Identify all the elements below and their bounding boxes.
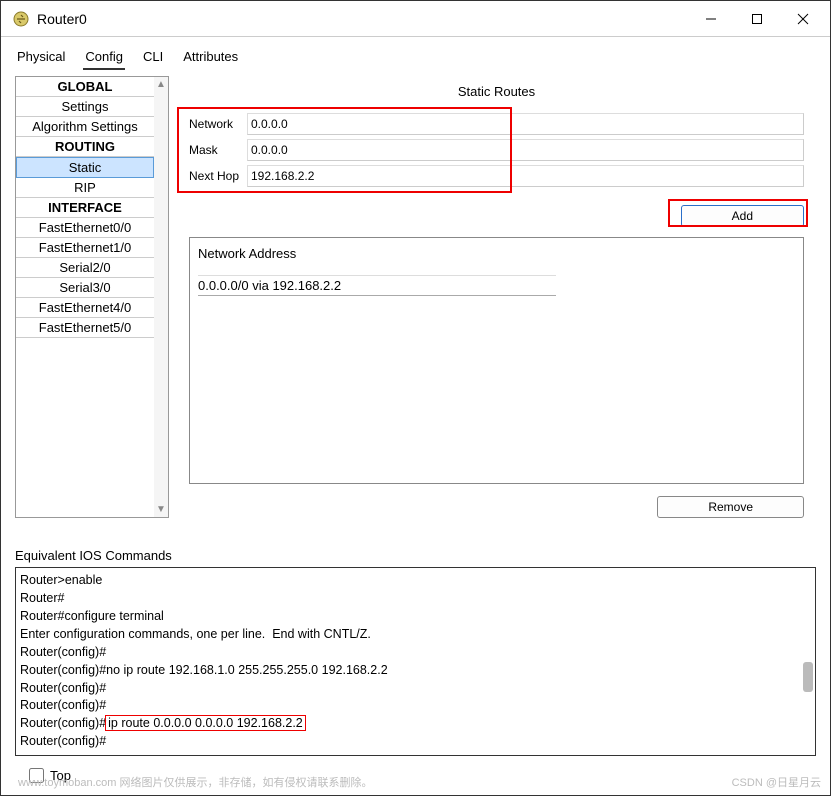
add-button[interactable]: Add xyxy=(681,205,804,227)
ios-line: Router(config)# xyxy=(20,716,106,730)
static-route-form: Network Mask Next Hop xyxy=(177,107,816,201)
sidebar-item-s20[interactable]: Serial2/0 xyxy=(16,258,154,278)
network-input[interactable] xyxy=(247,113,804,135)
sidebar: GLOBAL Settings Algorithm Settings ROUTI… xyxy=(15,76,169,518)
mask-label: Mask xyxy=(189,143,247,157)
sidebar-item-fe50[interactable]: FastEthernet5/0 xyxy=(16,318,154,338)
sidebar-header-global: GLOBAL xyxy=(16,77,154,97)
ios-line: Router(config)# xyxy=(20,645,106,659)
scroll-up-icon[interactable]: ▲ xyxy=(154,77,168,92)
top-label: Top xyxy=(50,768,71,783)
ios-console[interactable]: Router>enable Router# Router#configure t… xyxy=(15,567,816,756)
route-list-label: Network Address xyxy=(198,246,795,261)
sidebar-header-interface: INTERFACE xyxy=(16,198,154,218)
ios-line: Router>enable xyxy=(20,573,102,587)
tab-bar: Physical Config CLI Attributes xyxy=(1,37,830,70)
route-entry[interactable]: 0.0.0.0/0 via 192.168.2.2 xyxy=(198,275,556,296)
panel-title: Static Routes xyxy=(177,76,816,107)
maximize-button[interactable] xyxy=(734,3,780,35)
sidebar-header-routing: ROUTING xyxy=(16,137,154,157)
ios-line: Router(config)#no ip route 192.168.1.0 2… xyxy=(20,663,388,677)
window-title: Router0 xyxy=(37,11,688,27)
sidebar-item-fe40[interactable]: FastEthernet4/0 xyxy=(16,298,154,318)
ios-line-hl: ip route 0.0.0.0 0.0.0.0 192.168.2.2 xyxy=(106,716,305,730)
ios-scrollbar[interactable] xyxy=(803,662,813,692)
close-button[interactable] xyxy=(780,3,826,35)
ios-line: Router(config)# xyxy=(20,681,106,695)
sidebar-item-fe10[interactable]: FastEthernet1/0 xyxy=(16,238,154,258)
titlebar: Router0 xyxy=(1,1,830,37)
sidebar-item-settings[interactable]: Settings xyxy=(16,97,154,117)
ios-line: Enter configuration commands, one per li… xyxy=(20,627,371,641)
router-icon xyxy=(11,9,31,29)
ios-line: Router(config)# xyxy=(20,698,106,712)
route-list: Network Address 0.0.0.0/0 via 192.168.2.… xyxy=(189,237,804,484)
tab-config[interactable]: Config xyxy=(83,45,125,70)
ios-label: Equivalent IOS Commands xyxy=(15,528,816,567)
nexthop-input[interactable] xyxy=(247,165,804,187)
sidebar-item-rip[interactable]: RIP xyxy=(16,178,154,198)
sidebar-scrollbar[interactable]: ▲ ▼ xyxy=(154,77,168,517)
ios-line: Router#configure terminal xyxy=(20,609,164,623)
sidebar-item-static[interactable]: Static xyxy=(16,157,154,178)
scroll-down-icon[interactable]: ▼ xyxy=(154,502,168,517)
mask-input[interactable] xyxy=(247,139,804,161)
tab-physical[interactable]: Physical xyxy=(15,45,67,70)
ios-line: Router(config)# xyxy=(20,734,106,748)
network-label: Network xyxy=(189,117,247,131)
sidebar-item-algorithm[interactable]: Algorithm Settings xyxy=(16,117,154,137)
nexthop-label: Next Hop xyxy=(189,169,247,183)
ios-line: Router# xyxy=(20,591,64,605)
minimize-button[interactable] xyxy=(688,3,734,35)
tab-attributes[interactable]: Attributes xyxy=(181,45,240,70)
top-checkbox[interactable] xyxy=(29,768,44,783)
sidebar-item-s30[interactable]: Serial3/0 xyxy=(16,278,154,298)
tab-cli[interactable]: CLI xyxy=(141,45,165,70)
sidebar-item-fe00[interactable]: FastEthernet0/0 xyxy=(16,218,154,238)
remove-button[interactable]: Remove xyxy=(657,496,804,518)
